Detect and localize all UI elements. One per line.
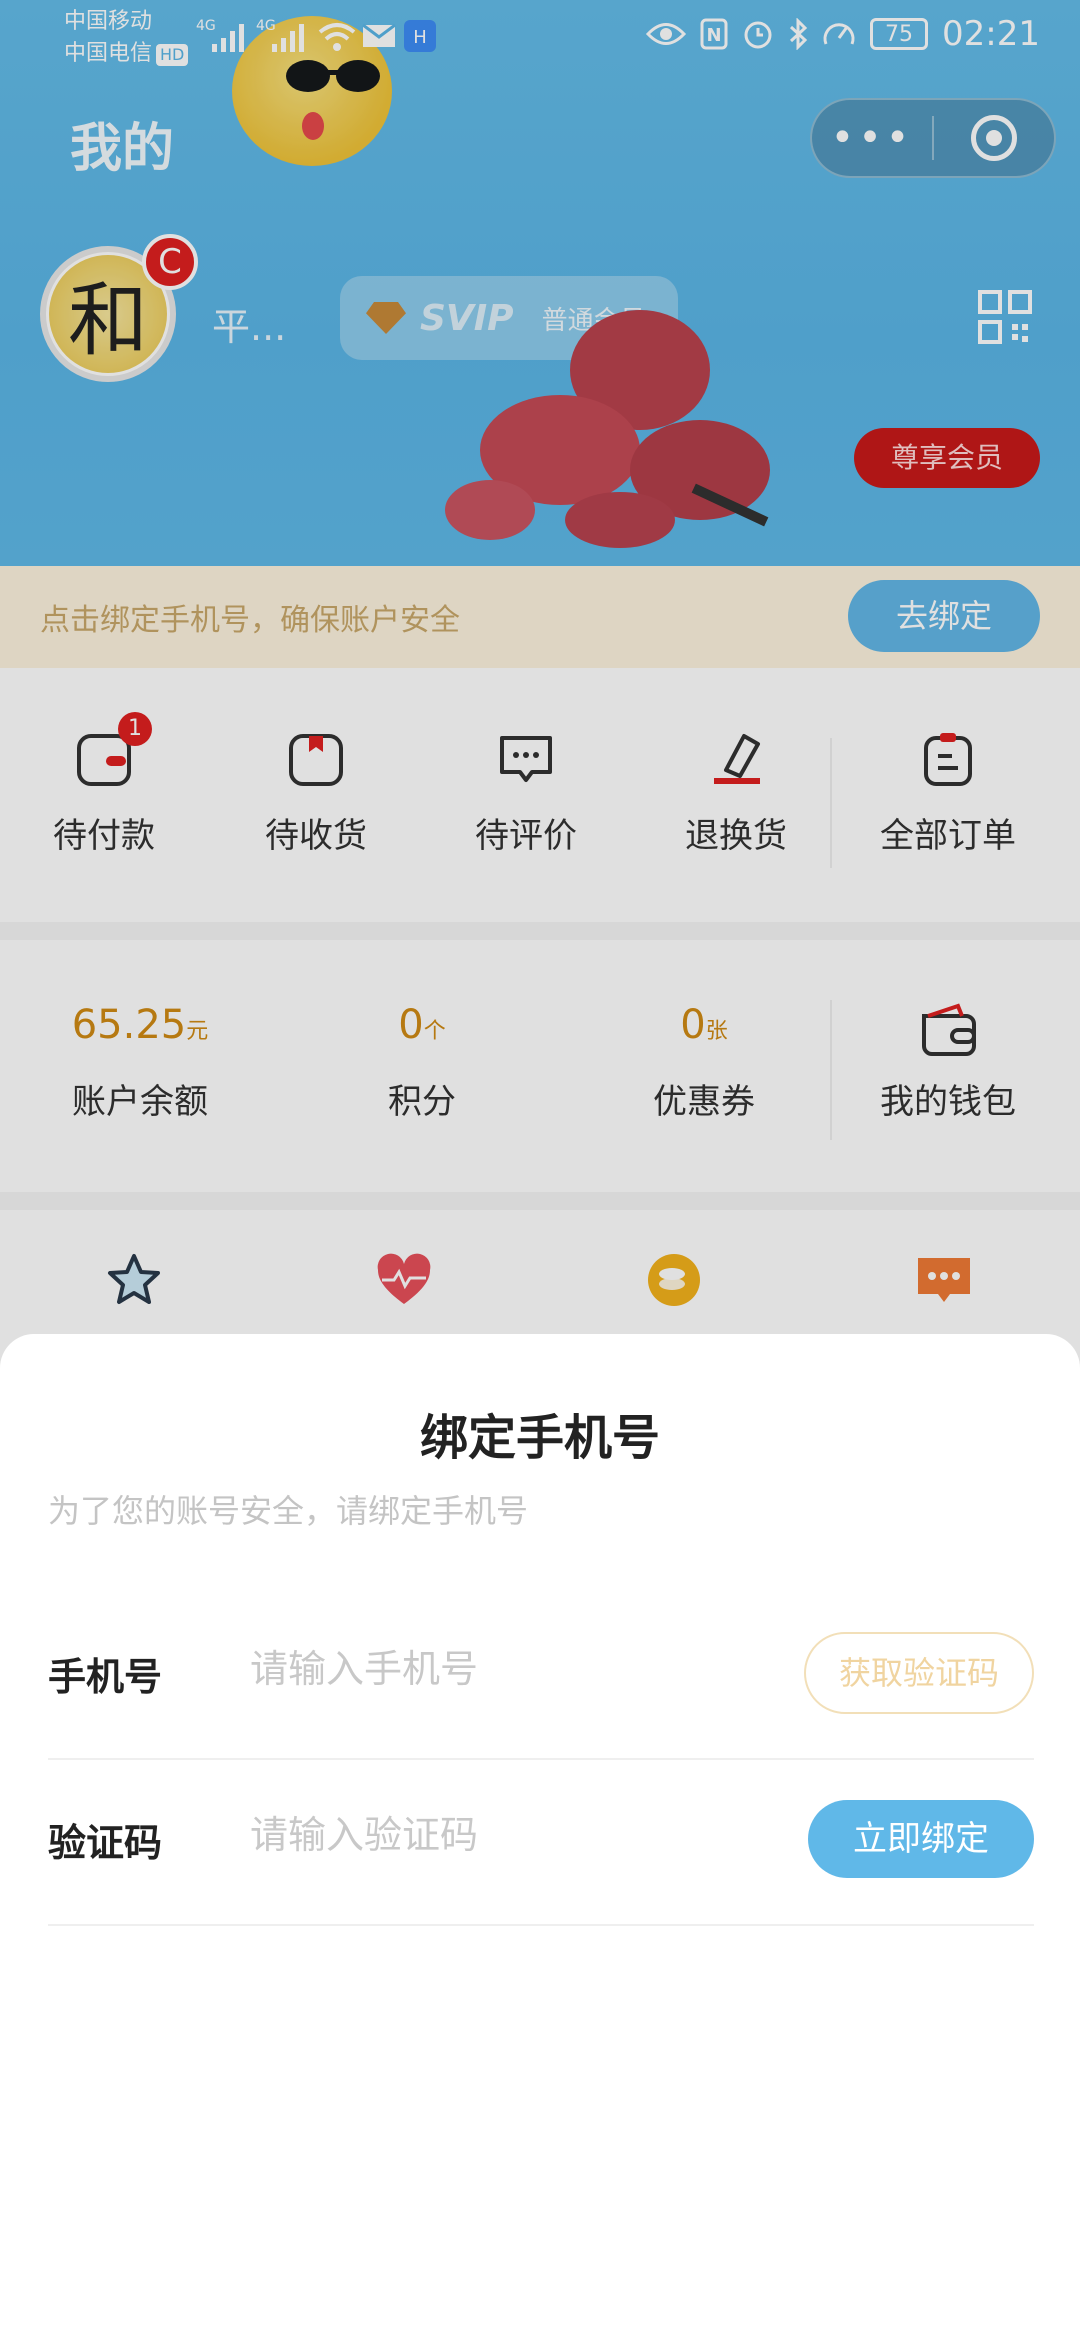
get-code-button[interactable]: 获取验证码 (804, 1632, 1034, 1714)
code-label: 验证码 (48, 1821, 163, 1865)
bind-phone-sheet: 绑定手机号 为了您的账号安全，请绑定手机号 手机号 获取验证码 验证码 立即绑定 (0, 1334, 1080, 2340)
phone-label: 手机号 (48, 1655, 163, 1699)
code-row: 验证码 立即绑定 (48, 1760, 1034, 1926)
sheet-subtitle: 为了您的账号安全，请绑定手机号 (48, 1492, 529, 1530)
sheet-title: 绑定手机号 (419, 1410, 660, 1466)
phone-row: 手机号 获取验证码 (48, 1594, 1034, 1760)
code-input[interactable] (250, 1800, 770, 1870)
phone-input[interactable] (250, 1634, 770, 1704)
bind-now-button[interactable]: 立即绑定 (808, 1800, 1034, 1878)
